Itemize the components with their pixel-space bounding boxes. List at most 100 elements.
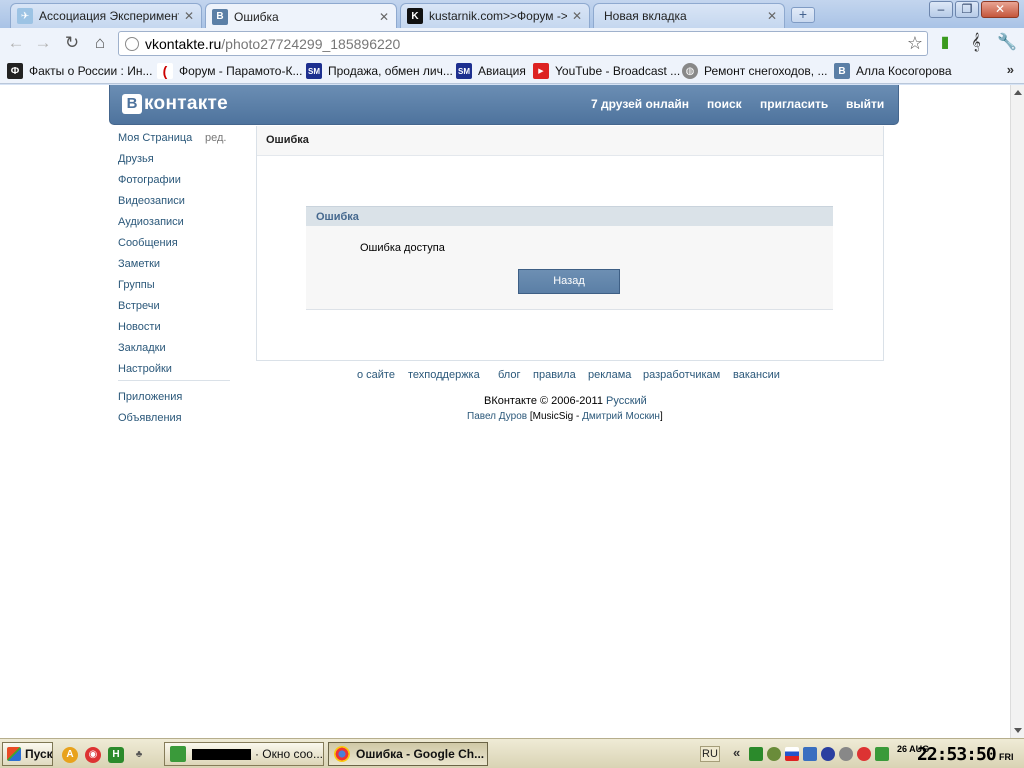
footer-rules-link[interactable]: правила	[533, 369, 576, 381]
back-arrow-icon[interactable]: ←	[5, 32, 27, 54]
tab-title: Ассоциация Экспериментал	[39, 9, 179, 23]
footer-jobs-link[interactable]: вакансии	[733, 369, 780, 381]
restore-button[interactable]: ❐	[955, 1, 979, 18]
tab-aeo[interactable]: ✈ Ассоциация Экспериментал ✕	[10, 3, 202, 28]
bookmark-sale-exchange[interactable]: SM Продажа, обмен лич...	[306, 62, 453, 80]
language-link[interactable]: Русский	[606, 395, 647, 407]
gear-tray-icon[interactable]	[767, 747, 781, 761]
close-tab-icon[interactable]: ✕	[183, 9, 195, 23]
treble-clef-icon[interactable]: 𝄞	[966, 33, 986, 53]
bookmark-paramotor-forum[interactable]: ( Форум - Парамото-К...	[157, 62, 302, 80]
credits-second-link[interactable]: Дмитрий Москин	[582, 411, 660, 422]
reload-icon[interactable]: ↻	[61, 32, 83, 54]
vk-logo[interactable]: В контакте	[122, 93, 228, 115]
sm-icon: SM	[306, 63, 322, 79]
footer-support-link[interactable]: техподдержка	[408, 369, 480, 381]
back-button[interactable]: Назад	[518, 269, 620, 294]
taskbar-window-messages[interactable]: · Окно соо...	[164, 742, 324, 766]
menu-applications[interactable]: Приложения	[118, 391, 182, 403]
k-icon: K	[407, 8, 423, 24]
bluetooth-icon[interactable]	[821, 747, 835, 761]
start-button[interactable]: Пуск	[2, 742, 53, 766]
browser-chrome: ✈ Ассоциация Экспериментал ✕ B Ошибка ✕ …	[0, 0, 1024, 85]
logout-link[interactable]: выйти	[846, 97, 884, 111]
bookmarks-overflow-button[interactable]: »	[1007, 62, 1014, 77]
paramotor-icon: (	[157, 63, 173, 79]
page-info-icon[interactable]	[125, 37, 139, 51]
bookmark-aviation[interactable]: SM Авиация	[456, 62, 526, 80]
menu-news[interactable]: Новости	[118, 321, 161, 333]
arrow-tray-icon[interactable]	[875, 747, 889, 761]
avast-icon[interactable]: A	[62, 747, 78, 763]
tab-vk-error[interactable]: B Ошибка ✕	[205, 3, 397, 29]
bookmark-alla-kosogorova[interactable]: B Алла Косогорова	[834, 62, 952, 80]
bookmark-youtube[interactable]: ▶ YouTube - Broadcast ...	[533, 62, 680, 80]
menu-settings[interactable]: Настройки	[118, 363, 172, 375]
menu-friends[interactable]: Друзья	[118, 153, 154, 165]
menu-groups[interactable]: Группы	[118, 279, 155, 291]
search-link[interactable]: поиск	[707, 97, 742, 111]
close-tab-icon[interactable]: ✕	[378, 10, 390, 24]
bookmark-star-icon[interactable]: ☆	[907, 33, 923, 54]
taskbar-window-chrome[interactable]: Ошибка - Google Ch...	[328, 742, 488, 766]
youtube-icon: ▶	[533, 63, 549, 79]
minimize-button[interactable]: –	[929, 1, 953, 18]
chrome-icon[interactable]: ◉	[85, 747, 101, 763]
wrench-icon[interactable]: 🔧	[997, 33, 1017, 53]
language-indicator[interactable]: RU	[700, 746, 720, 762]
tray-expand-button[interactable]: «	[733, 745, 740, 760]
scroll-up-icon[interactable]	[1014, 90, 1022, 95]
close-tab-icon[interactable]: ✕	[766, 9, 778, 23]
tab-new[interactable]: Новая вкладка ✕	[593, 3, 785, 28]
footer-blog-link[interactable]: блог	[498, 369, 520, 381]
menu-messages[interactable]: Сообщения	[118, 237, 178, 249]
address-bar[interactable]: vkontakte.ru/photo27724299_185896220 ☆	[118, 31, 928, 56]
tab-kustarnik[interactable]: K kustarnik.com>>Форум -> Фо ✕	[400, 3, 590, 28]
scroll-down-icon[interactable]	[1014, 728, 1022, 733]
friends-online-link[interactable]: 7 друзей онлайн	[591, 97, 689, 111]
chrome-tray-icon[interactable]	[857, 747, 871, 761]
credits: Павел Дуров [MusicSig - Дмитрий Москин]	[467, 411, 663, 422]
footer-ads-link[interactable]: реклама	[588, 369, 631, 381]
credits-author-link[interactable]: Павел Дуров	[467, 411, 527, 422]
home-icon[interactable]: ⌂	[89, 32, 111, 54]
forward-arrow-icon[interactable]: →	[32, 32, 54, 54]
footer-developers-link[interactable]: разработчикам	[643, 369, 720, 381]
error-box: Ошибка Ошибка доступа Назад	[306, 206, 833, 310]
vk-logo-mark: В	[122, 94, 142, 114]
footer-about-link[interactable]: о сайте	[357, 369, 395, 381]
menu-photos[interactable]: Фотографии	[118, 174, 181, 186]
url-path: /photo27724299_185896220	[221, 36, 401, 52]
menu-events[interactable]: Встречи	[118, 300, 160, 312]
menu-edit-link[interactable]: ред.	[205, 132, 226, 144]
chrome-icon	[334, 746, 350, 762]
bookmark-facts-russia[interactable]: Ф Факты о России : Ин...	[7, 62, 152, 80]
vk-b-icon: B	[212, 8, 228, 25]
menu-notes[interactable]: Заметки	[118, 258, 160, 270]
credits-text: [MusicSig -	[529, 411, 583, 422]
clock-time[interactable]: 22:53:50	[917, 744, 997, 765]
network-icon[interactable]: ♣	[131, 747, 147, 763]
russian-flag-icon[interactable]	[785, 747, 799, 761]
monitor-icon[interactable]	[803, 747, 817, 761]
close-tab-icon[interactable]: ✕	[571, 9, 583, 23]
notepad-icon[interactable]: H	[108, 747, 124, 763]
invite-link[interactable]: пригласить	[760, 97, 828, 111]
bookmark-label: Алла Косогорова	[856, 64, 952, 78]
menu-videos[interactable]: Видеозаписи	[118, 195, 185, 207]
notepad-tray-icon[interactable]	[749, 747, 763, 761]
vk-b-icon: B	[834, 63, 850, 79]
menu-my-page[interactable]: Моя Страница	[118, 132, 192, 144]
new-tab-button[interactable]: +	[791, 7, 815, 23]
close-window-button[interactable]: ✕	[981, 1, 1019, 18]
menu-audio[interactable]: Аудиозаписи	[118, 216, 184, 228]
menu-bookmarks[interactable]: Закладки	[118, 342, 166, 354]
globe-icon: ◍	[682, 63, 698, 79]
vertical-scrollbar[interactable]	[1010, 85, 1024, 738]
disk-icon[interactable]	[839, 747, 853, 761]
url-domain: vkontakte.ru	[145, 36, 222, 52]
menu-ads[interactable]: Объявления	[118, 412, 182, 424]
tab-title: kustarnik.com>>Форум -> Фо	[429, 9, 567, 23]
signal-bars-icon[interactable]: ▮	[935, 33, 955, 53]
bookmark-snowmobile-repair[interactable]: ◍ Ремонт снегоходов, ...	[682, 62, 827, 80]
